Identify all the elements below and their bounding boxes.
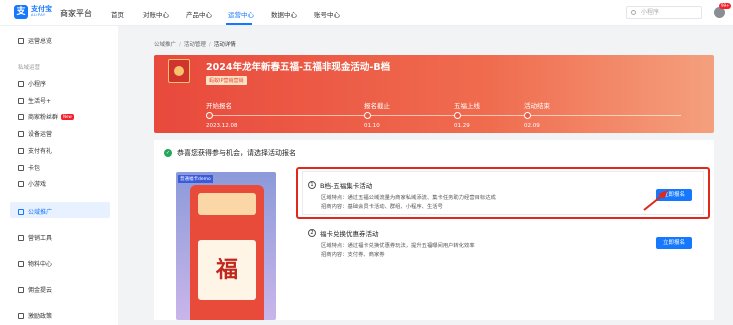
sidebar: 运营总览 私域运营 小程序 生活号+ 商家粉丝群 New 设备运营 支付有礼 卡… xyxy=(0,26,118,325)
timeline-label-start: 开始报名 xyxy=(206,102,232,110)
device-icon xyxy=(18,130,24,137)
sidebar-item-public[interactable]: 公域推广 xyxy=(18,207,52,216)
sidebar-item-device[interactable]: 设备运营 xyxy=(18,129,52,138)
activity-2-title: 2 福卡兑换优惠券活动 xyxy=(308,228,379,238)
activity-2-feature: 区域特点：通过福卡兑换优惠券玩法，提升五福曝间用户转化效率 xyxy=(321,243,475,249)
timeline-date-online: 01.29 xyxy=(454,123,470,129)
materials-icon xyxy=(18,260,24,267)
sidebar-item-miniprogram[interactable]: 小程序 xyxy=(18,79,46,88)
logo-cn: 支付宝 xyxy=(31,5,52,14)
timeline-date-deadline: 01.10 xyxy=(364,123,380,129)
congrats-message: ✓ 恭喜您获得参与机会，请选择活动报名 xyxy=(164,149,296,157)
breadcrumb-current: 活动详情 xyxy=(213,42,236,48)
sidebar-group-private: 私域运营 xyxy=(18,65,41,71)
phone-header-art xyxy=(198,193,256,215)
breadcrumb: 公域推广 / 活动管理 / 活动详情 xyxy=(154,42,236,48)
breadcrumb-public[interactable]: 公域推广 xyxy=(154,42,176,48)
search-placeholder: 小程序 xyxy=(641,9,660,16)
sidebar-item-minigame[interactable]: 小游戏 xyxy=(18,179,46,188)
nav-products[interactable]: 产品中心 xyxy=(186,9,212,19)
breadcrumb-activity-mgmt[interactable]: 活动管理 xyxy=(184,42,206,48)
banner-red-envelope-icon xyxy=(168,59,190,83)
sidebar-item-overview[interactable]: 运营总览 xyxy=(18,36,52,45)
timeline-label-end: 活动结束 xyxy=(524,102,550,110)
nav-home[interactable]: 首页 xyxy=(111,9,124,19)
card-icon xyxy=(18,164,24,171)
sidebar-item-marketing[interactable]: 营销工具 xyxy=(18,233,52,242)
banner-tag: 蚂蚁IP营销营销 xyxy=(206,76,247,85)
number-1-icon: 1 xyxy=(308,181,316,189)
nav-operations[interactable]: 运营中心 xyxy=(228,9,254,19)
gift-icon xyxy=(18,147,24,154)
alipay-logo-icon: 支 xyxy=(14,5,28,19)
marketing-icon xyxy=(18,234,24,241)
logo-en: ALIPAY xyxy=(31,13,46,18)
alipay-logo[interactable]: 支 支付宝 ALIPAY xyxy=(14,5,52,19)
register-button-2[interactable]: 立即报名 xyxy=(656,237,692,249)
promotion-icon xyxy=(18,208,24,215)
incentive-icon xyxy=(18,312,24,319)
nav-active-indicator xyxy=(226,23,252,25)
promo-label: 普通福卡demo xyxy=(178,175,213,183)
new-badge: New xyxy=(61,113,74,120)
red-arrow-icon xyxy=(643,190,668,211)
nav-account[interactable]: 账号中心 xyxy=(314,9,340,19)
timeline-label-online: 五福上线 xyxy=(454,102,480,110)
nav-data[interactable]: 数据中心 xyxy=(271,9,297,19)
fu-card: 福 xyxy=(198,240,256,300)
timeline-line xyxy=(206,115,681,116)
cloud-icon xyxy=(18,286,24,293)
activity-1-title: 1 B档-五福集卡活动 xyxy=(308,180,372,190)
timeline-label-deadline: 报名截止 xyxy=(364,102,390,110)
platform-title: 商家平台 xyxy=(60,9,92,18)
sidebar-item-fangroup[interactable]: 商家粉丝群 New xyxy=(18,112,74,121)
search-input[interactable]: 小程序 xyxy=(626,6,702,19)
sidebar-item-commission[interactable]: 佣金提云 xyxy=(18,285,52,294)
sidebar-item-cardbag[interactable]: 卡包 xyxy=(18,163,40,172)
game-icon xyxy=(18,180,24,187)
activity-content: ✓ 恭喜您获得参与机会，请选择活动报名 普通福卡demo 福 1 B档-五福集卡… xyxy=(154,140,714,320)
miniprogram-icon xyxy=(18,80,24,87)
phone-mockup: 福 xyxy=(190,185,264,320)
lifeaccount-icon xyxy=(18,97,24,104)
timeline-date-start: 2023.12.08 xyxy=(206,123,238,129)
sidebar-item-paygift[interactable]: 支付有礼 xyxy=(18,146,52,155)
fu-character: 福 xyxy=(215,257,238,283)
activity-1-scope: 招商内容：基础会员卡活动、群组、小程序、生活号 xyxy=(321,204,443,210)
activity-banner: 2024年龙年新春五福-五福非现金活动-B档 蚂蚁IP营销营销 开始报名 202… xyxy=(154,55,714,133)
timeline-dot xyxy=(364,112,371,119)
promo-preview-image: 普通福卡demo 福 xyxy=(176,172,276,320)
timeline-dot xyxy=(206,112,213,119)
notification-badge: 99+ xyxy=(719,3,732,9)
activity-2-scope: 招商内容：支付券、商家券 xyxy=(321,252,385,258)
group-icon xyxy=(18,113,24,120)
sidebar-item-incentive[interactable]: 激励政策 xyxy=(18,311,52,320)
search-icon xyxy=(631,10,636,15)
sidebar-item-materials[interactable]: 物料中心 xyxy=(18,259,52,268)
timeline-dot xyxy=(454,112,461,119)
check-icon: ✓ xyxy=(164,149,172,157)
activity-1-feature: 区域特点：通过五福公域流量为商家私域添流、集卡任务助力经营目标达成 xyxy=(321,195,496,201)
banner-title: 2024年龙年新春五福-五福非现金活动-B档 xyxy=(206,62,391,73)
timeline-dot xyxy=(524,112,531,119)
dashboard-icon xyxy=(18,37,24,44)
nav-billing[interactable]: 对账中心 xyxy=(143,9,169,19)
sidebar-item-lifeaccount[interactable]: 生活号+ xyxy=(18,96,51,105)
number-2-icon: 2 xyxy=(308,229,316,237)
top-nav: 支 支付宝 ALIPAY 商家平台 首页 对账中心 产品中心 运营中心 数据中心… xyxy=(0,0,733,26)
timeline-date-end: 02.09 xyxy=(524,123,540,129)
